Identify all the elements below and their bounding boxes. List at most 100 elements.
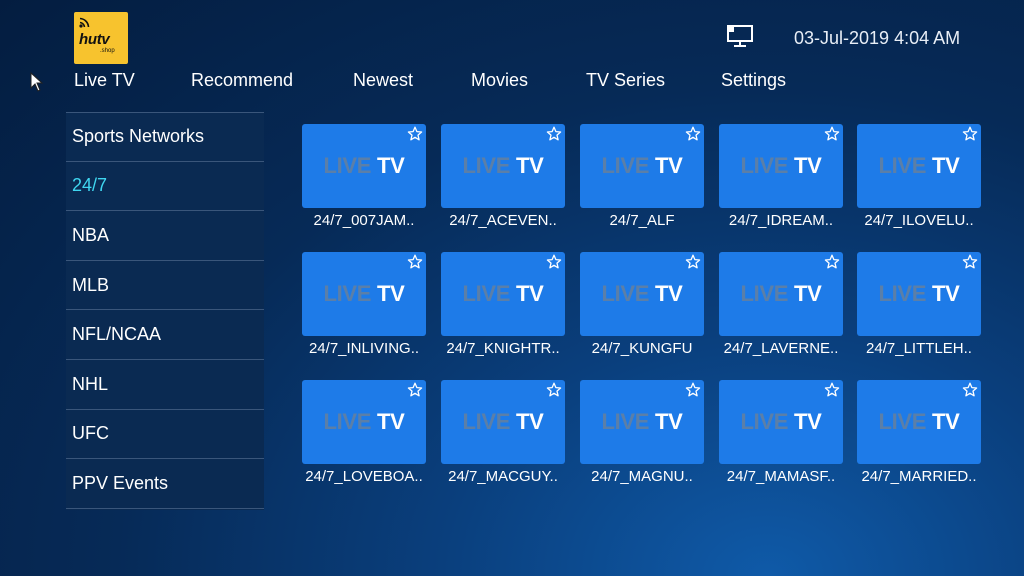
live-tv-logo: LIVE TV xyxy=(719,409,843,435)
live-tv-logo-tv: TV xyxy=(377,409,405,434)
sidebar-item-24-7[interactable]: 24/7 xyxy=(66,162,264,212)
channel-title: 24/7_ACEVEN.. xyxy=(449,212,557,229)
channel-tile[interactable]: LIVE TV 24/7_ACEVEN.. xyxy=(441,124,565,229)
sidebar-item-ufc[interactable]: UFC xyxy=(66,410,264,460)
channel-thumbnail[interactable]: LIVE TV xyxy=(441,124,565,208)
live-tv-logo-live: LIVE xyxy=(740,153,789,178)
channel-tile[interactable]: LIVE TV 24/7_ALF xyxy=(580,124,704,229)
channel-title: 24/7_MAMASF.. xyxy=(726,468,836,485)
sidebar-item-nhl[interactable]: NHL xyxy=(66,360,264,410)
channel-title: 24/7_LITTLEH.. xyxy=(866,340,972,357)
star-outline-icon[interactable] xyxy=(824,126,840,142)
channel-thumbnail[interactable]: LIVE TV xyxy=(857,252,981,336)
live-tv-logo-tv: TV xyxy=(794,153,822,178)
channel-tile[interactable]: LIVE TV 24/7_MAMASF.. xyxy=(719,380,843,485)
live-tv-logo-live: LIVE xyxy=(601,409,650,434)
live-tv-logo-live: LIVE xyxy=(878,153,927,178)
channel-thumbnail[interactable]: LIVE TV xyxy=(580,252,704,336)
star-outline-icon[interactable] xyxy=(685,254,701,270)
channel-thumbnail[interactable]: LIVE TV xyxy=(857,124,981,208)
channel-thumbnail[interactable]: LIVE TV xyxy=(580,124,704,208)
live-tv-logo-tv: TV xyxy=(794,281,822,306)
channel-tile[interactable]: LIVE TV 24/7_ILOVELU.. xyxy=(857,124,981,229)
logo-brand-text: hutv xyxy=(79,31,110,48)
live-tv-logo: LIVE TV xyxy=(857,281,981,307)
channel-tile[interactable]: LIVE TV 24/7_KUNGFU xyxy=(580,252,704,357)
star-outline-icon[interactable] xyxy=(824,254,840,270)
channel-thumbnail[interactable]: LIVE TV xyxy=(441,380,565,464)
channel-thumbnail[interactable]: LIVE TV xyxy=(719,124,843,208)
channel-thumbnail[interactable]: LIVE TV xyxy=(441,252,565,336)
sidebar-item-mlb[interactable]: MLB xyxy=(66,261,264,311)
star-outline-icon[interactable] xyxy=(685,126,701,142)
channel-tile[interactable]: LIVE TV 24/7_MACGUY.. xyxy=(441,380,565,485)
tab-newest[interactable]: Newest xyxy=(353,70,413,91)
live-tv-logo: LIVE TV xyxy=(441,153,565,179)
star-outline-icon[interactable] xyxy=(824,382,840,398)
live-tv-logo-live: LIVE xyxy=(740,409,789,434)
live-tv-logo-live: LIVE xyxy=(878,409,927,434)
channel-thumbnail[interactable]: LIVE TV xyxy=(719,380,843,464)
live-tv-logo-live: LIVE xyxy=(601,153,650,178)
channel-tile[interactable]: LIVE TV 24/7_007JAM.. xyxy=(302,124,426,229)
star-outline-icon[interactable] xyxy=(546,382,562,398)
channel-title: 24/7_MAGNU.. xyxy=(591,468,693,485)
live-tv-logo: LIVE TV xyxy=(719,153,843,179)
channel-thumbnail[interactable]: LIVE TV xyxy=(719,252,843,336)
live-tv-logo-tv: TV xyxy=(932,409,960,434)
star-outline-icon[interactable] xyxy=(962,382,978,398)
channel-thumbnail[interactable]: LIVE TV xyxy=(302,252,426,336)
channel-tile[interactable]: LIVE TV 24/7_LITTLEH.. xyxy=(857,252,981,357)
channel-tile[interactable]: LIVE TV 24/7_LAVERNE.. xyxy=(719,252,843,357)
tab-settings[interactable]: Settings xyxy=(721,70,786,91)
live-tv-logo-tv: TV xyxy=(516,409,544,434)
live-tv-logo-tv: TV xyxy=(516,153,544,178)
channel-tile[interactable]: LIVE TV 24/7_MARRIED.. xyxy=(857,380,981,485)
tab-recommend[interactable]: Recommend xyxy=(191,70,293,91)
sidebar-item-nba[interactable]: NBA xyxy=(66,211,264,261)
channel-thumbnail[interactable]: LIVE TV xyxy=(857,380,981,464)
star-outline-icon[interactable] xyxy=(407,254,423,270)
channel-title: 24/7_LAVERNE.. xyxy=(723,340,839,357)
star-outline-icon[interactable] xyxy=(546,254,562,270)
sidebar-item-nfl-ncaa[interactable]: NFL/NCAA xyxy=(66,310,264,360)
star-outline-icon[interactable] xyxy=(962,254,978,270)
channel-tile[interactable]: LIVE TV 24/7_INLIVING.. xyxy=(302,252,426,357)
sidebar-item-ppv-events[interactable]: PPV Events xyxy=(66,459,264,509)
channel-tile[interactable]: LIVE TV 24/7_MAGNU.. xyxy=(580,380,704,485)
channel-title: 24/7_LOVEBOA.. xyxy=(305,468,423,485)
star-outline-icon[interactable] xyxy=(685,382,701,398)
channel-thumbnail[interactable]: LIVE TV xyxy=(302,124,426,208)
live-tv-logo: LIVE TV xyxy=(857,409,981,435)
star-outline-icon[interactable] xyxy=(407,126,423,142)
channel-title: 24/7_KUNGFU xyxy=(591,340,693,357)
live-tv-logo: LIVE TV xyxy=(302,409,426,435)
live-tv-logo: LIVE TV xyxy=(302,153,426,179)
live-tv-logo-tv: TV xyxy=(655,409,683,434)
star-outline-icon[interactable] xyxy=(962,126,978,142)
live-tv-logo-tv: TV xyxy=(655,153,683,178)
live-tv-logo-live: LIVE xyxy=(323,409,372,434)
channel-title: 24/7_KNIGHTR.. xyxy=(446,340,560,357)
star-outline-icon[interactable] xyxy=(407,382,423,398)
datetime-display: 03-Jul-2019 4:04 AM xyxy=(794,28,961,48)
tab-movies[interactable]: Movies xyxy=(471,70,528,91)
star-outline-icon[interactable] xyxy=(546,126,562,142)
wifi-icon xyxy=(79,17,90,28)
tv-monitor-icon[interactable] xyxy=(726,24,754,48)
channel-title: 24/7_MARRIED.. xyxy=(861,468,977,485)
channel-title: 24/7_007JAM.. xyxy=(313,212,415,229)
tab-tv-series[interactable]: TV Series xyxy=(586,70,665,91)
tab-live-tv[interactable]: Live TV xyxy=(74,70,135,91)
live-tv-logo-live: LIVE xyxy=(740,281,789,306)
channel-title: 24/7_IDREAM.. xyxy=(728,212,834,229)
channel-thumbnail[interactable]: LIVE TV xyxy=(302,380,426,464)
live-tv-logo-tv: TV xyxy=(932,281,960,306)
channel-thumbnail[interactable]: LIVE TV xyxy=(580,380,704,464)
channel-tile[interactable]: LIVE TV 24/7_LOVEBOA.. xyxy=(302,380,426,485)
sidebar-item-sports-networks[interactable]: Sports Networks xyxy=(66,112,264,162)
channel-title: 24/7_ILOVELU.. xyxy=(864,212,974,229)
category-sidebar: Sports Networks 24/7 NBA MLB NFL/NCAA NH… xyxy=(66,112,264,510)
channel-tile[interactable]: LIVE TV 24/7_KNIGHTR.. xyxy=(441,252,565,357)
channel-tile[interactable]: LIVE TV 24/7_IDREAM.. xyxy=(719,124,843,229)
